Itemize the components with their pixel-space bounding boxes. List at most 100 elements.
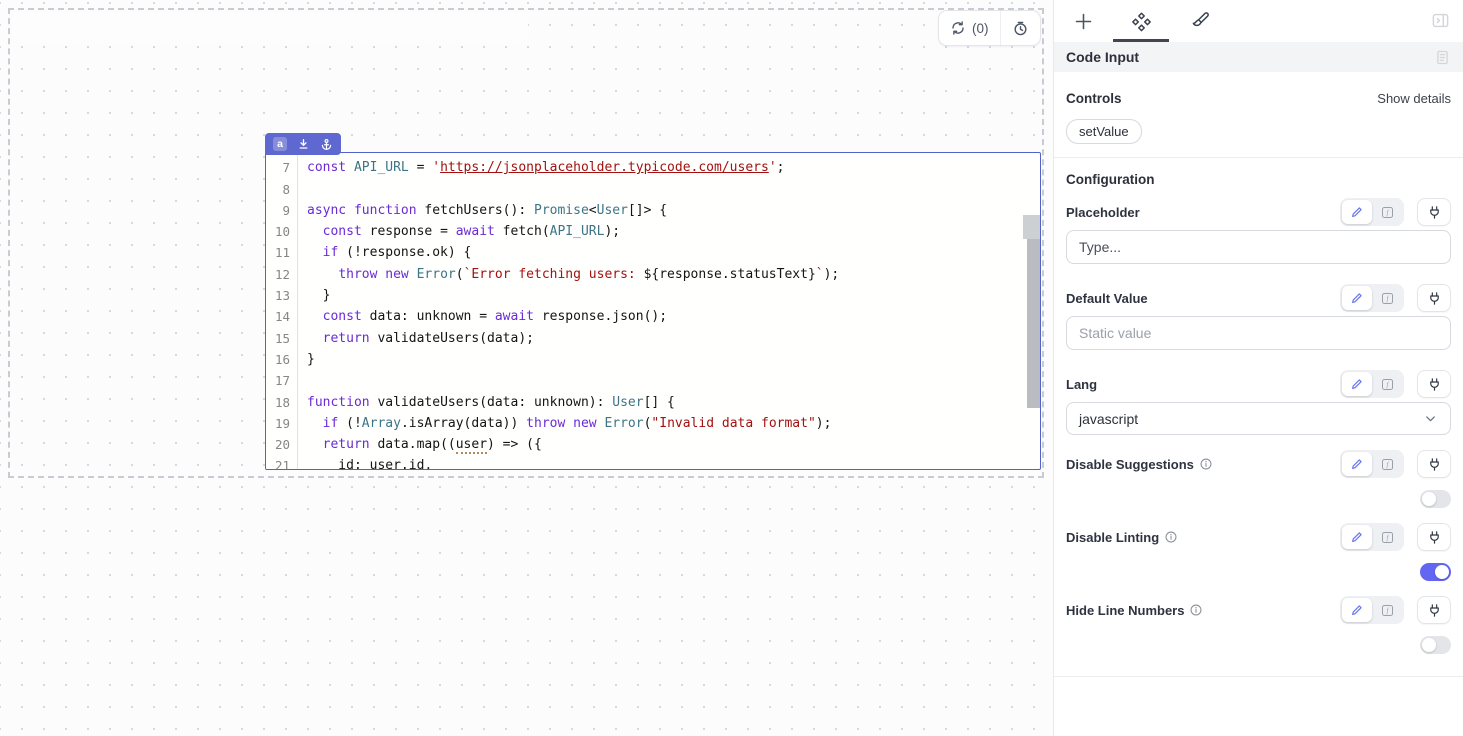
edit-mode-button[interactable] [1342,200,1372,224]
canvas-top-zone [13,12,528,42]
code-line[interactable]: 15 return validateUsers(data); [266,328,1040,349]
tab-widget-properties[interactable] [1112,0,1170,42]
bind-data-button[interactable] [1417,198,1451,226]
bind-data-button[interactable] [1417,370,1451,398]
code-line[interactable]: 16} [266,349,1040,370]
pencil-icon [1350,457,1364,471]
widget-title-bar: Code Input [1054,42,1463,72]
code-line[interactable]: 13 } [266,285,1040,306]
svg-text:f: f [1386,382,1389,389]
property-row-disable-suggestions: Disable Suggestions f [1066,450,1451,478]
placeholder-input[interactable] [1066,230,1451,264]
show-details-link[interactable]: Show details [1377,91,1451,106]
code-line[interactable]: 19 if (!Array.isArray(data)) throw new E… [266,413,1040,434]
rename-icon[interactable]: a [273,137,287,151]
anchor-icon[interactable] [320,138,333,151]
function-mode-button[interactable]: f [1372,286,1402,310]
run-history-button[interactable] [1000,11,1040,45]
code-line[interactable]: 10 const response = await fetch(API_URL)… [266,221,1040,242]
disable-suggestions-toggle[interactable] [1420,490,1451,508]
edit-mode-button[interactable] [1342,598,1372,622]
property-row-default-value: Default Value f [1066,284,1451,312]
line-number: 8 [266,179,298,200]
lang-select[interactable]: javascript [1066,402,1451,435]
function-icon: f [1380,603,1395,618]
placeholder-label: Placeholder [1066,205,1140,220]
pencil-icon [1350,530,1364,544]
code-line[interactable]: 11 if (!response.ok) { [266,242,1040,263]
line-number: 9 [266,200,298,221]
plug-icon [1427,377,1442,392]
insert-below-icon[interactable] [297,138,310,151]
svg-text:f: f [1386,210,1389,217]
run-count: (0) [972,21,989,36]
function-icon: f [1380,457,1395,472]
bind-data-button[interactable] [1417,596,1451,624]
line-number: 7 [266,157,298,178]
edit-mode-button[interactable] [1342,372,1372,396]
plug-icon [1427,291,1442,306]
code-line[interactable]: 7const API_URL = 'https://jsonplaceholde… [266,157,1040,178]
code-line[interactable]: 20 return data.map((user) => ({ [266,434,1040,455]
edit-mode-button[interactable] [1342,286,1372,310]
pencil-icon [1350,205,1364,219]
tab-add-widget[interactable] [1054,0,1112,42]
plug-icon [1427,457,1442,472]
refresh-icon [950,20,966,36]
code-line[interactable]: 14 const data: unknown = await response.… [266,306,1040,327]
edit-mode-button[interactable] [1342,452,1372,476]
function-mode-button[interactable]: f [1372,452,1402,476]
hide-line-numbers-toggle[interactable] [1420,636,1451,654]
docs-icon[interactable] [1434,49,1451,66]
run-toolbar: (0) [938,10,1041,46]
function-mode-button[interactable]: f [1372,200,1402,224]
function-mode-button[interactable]: f [1372,525,1402,549]
widgets-icon [1131,11,1152,32]
line-number: 19 [266,413,298,434]
code-line[interactable]: 12 throw new Error(`Error fetching users… [266,264,1040,285]
collapse-panel-icon[interactable] [1431,11,1450,30]
lang-label: Lang [1066,377,1097,392]
editor-scrollbar[interactable] [1027,215,1040,408]
controls-heading: Controls [1066,91,1122,106]
app-canvas[interactable]: (0) a 6}7const API_URL = 'https://json [0,0,1053,736]
bind-data-button[interactable] [1417,284,1451,312]
function-icon: f [1380,377,1395,392]
setvalue-chip[interactable]: setValue [1066,119,1142,144]
default-value-input[interactable] [1066,316,1451,350]
refresh-button[interactable]: (0) [939,11,1000,45]
function-icon: f [1380,530,1395,545]
tab-style[interactable] [1170,0,1228,42]
code-lines[interactable]: 6}7const API_URL = 'https://jsonplacehol… [266,153,1040,469]
info-icon [1164,530,1178,544]
info-icon [1199,457,1213,471]
disable-linting-toggle[interactable] [1420,563,1451,581]
bind-data-button[interactable] [1417,523,1451,551]
code-line[interactable]: 8 [266,179,1040,200]
line-number: 15 [266,328,298,349]
edit-mode-button[interactable] [1342,525,1372,549]
lang-select-value: javascript [1079,411,1138,427]
code-editor[interactable]: 6}7const API_URL = 'https://jsonplacehol… [266,153,1040,469]
property-panel: Code Input Controls Show details setValu… [1053,0,1463,736]
widget-action-chip[interactable]: a [265,133,341,155]
code-line[interactable]: 9async function fetchUsers(): Promise<Us… [266,200,1040,221]
line-number: 12 [266,264,298,285]
binding-mode-segment: f [1340,284,1404,312]
hide-line-numbers-label: Hide Line Numbers [1066,603,1184,618]
svg-text:f: f [1386,535,1389,542]
code-line[interactable]: 21 id: user.id, [266,455,1040,469]
code-line[interactable]: 18function validateUsers(data: unknown):… [266,392,1040,413]
bind-data-button[interactable] [1417,450,1451,478]
binding-mode-segment: f [1340,198,1404,226]
code-line[interactable]: 17 [266,370,1040,391]
function-mode-button[interactable]: f [1372,372,1402,396]
line-number: 16 [266,349,298,370]
binding-mode-segment: f [1340,370,1404,398]
code-input-widget[interactable]: 6}7const API_URL = 'https://jsonplacehol… [265,152,1041,470]
pencil-icon [1350,377,1364,391]
configuration-heading: Configuration [1066,172,1451,187]
function-mode-button[interactable]: f [1372,598,1402,622]
svg-text:f: f [1386,296,1389,303]
line-number: 11 [266,242,298,263]
